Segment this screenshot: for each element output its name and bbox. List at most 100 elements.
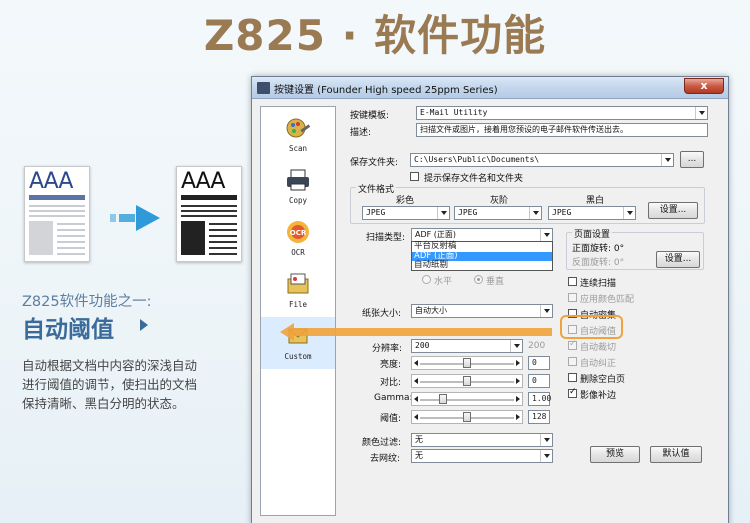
feature-desc-line: 进行阈值的调节，使扫出的文档 [22, 377, 198, 392]
option-label: 删除空白页 [580, 375, 626, 385]
arrow-right-icon[interactable] [516, 360, 520, 366]
resolution-select[interactable]: 200 [411, 339, 523, 353]
feature-number: Z825软件功能之一: [22, 294, 152, 310]
chevron-down-icon[interactable] [540, 450, 552, 462]
chevron-down-icon[interactable] [540, 305, 552, 317]
orientation-horizontal-radio[interactable] [422, 275, 431, 284]
feature-name: 自动阈值 [22, 317, 114, 343]
front-rotation: 正面旋转: 0° [572, 244, 625, 254]
contrast-slider[interactable] [411, 374, 523, 388]
chevron-down-icon[interactable] [695, 107, 707, 119]
threshold-slider[interactable] [411, 410, 523, 424]
arrow-right-icon[interactable] [516, 414, 520, 420]
doc-line [181, 215, 237, 217]
arrow-left-icon[interactable] [414, 414, 418, 420]
slider-thumb[interactable] [463, 358, 471, 368]
format-bw-select[interactable]: JPEG [548, 206, 636, 220]
chevron-down-icon[interactable] [529, 207, 541, 219]
chevron-down-icon[interactable] [661, 154, 673, 166]
brightness-value[interactable]: 0 [528, 356, 550, 370]
paper-size-select[interactable]: 自动大小 [411, 304, 553, 318]
chevron-down-icon[interactable] [540, 434, 552, 446]
chevron-down-icon[interactable] [623, 207, 635, 219]
close-button[interactable]: x [684, 78, 724, 94]
threshold-value[interactable]: 128 [528, 410, 550, 424]
arrow-left-icon[interactable] [414, 378, 418, 384]
orientation-vertical-radio[interactable] [474, 275, 483, 284]
sidebar-item-copy[interactable]: Copy [261, 161, 335, 213]
option-checkbox[interactable] [568, 373, 577, 382]
slider-thumb[interactable] [463, 376, 471, 386]
option-checkbox[interactable] [568, 293, 577, 302]
template-select[interactable]: E-Mail Utility [416, 106, 708, 120]
save-folder-value: C:\Users\Public\Documents\ [414, 155, 540, 164]
save-folder-select[interactable]: C:\Users\Public\Documents\ [410, 153, 674, 167]
scan-type-value: ADF (正面) [415, 230, 457, 239]
printer-icon [287, 169, 309, 191]
slider-thumb[interactable] [438, 394, 447, 404]
doc-after-subline [181, 195, 237, 200]
scan-type-dropdown: 平台反射稿 ADF (正面) 自动纸剔 [411, 241, 553, 271]
option-checkbox[interactable] [568, 339, 577, 350]
file-icon [287, 273, 309, 294]
doc-line [57, 247, 85, 249]
save-folder-label: 保存文件夹: [350, 158, 399, 168]
doc-image-block [29, 221, 53, 255]
feature-desc-line: 保持清晰、黑白分明的状态。 [22, 396, 185, 411]
slider-thumb[interactable] [463, 412, 471, 422]
page-settings-button[interactable]: 设置... [656, 251, 700, 268]
doc-line [29, 210, 85, 212]
file-format-title: 文件格式 [356, 182, 397, 195]
callout-arrow-icon [280, 323, 552, 341]
chevron-down-icon[interactable] [540, 229, 552, 241]
chevron-down-icon[interactable] [437, 207, 449, 219]
prompt-save-checkbox[interactable] [410, 172, 419, 181]
contrast-label: 对比: [380, 378, 402, 388]
gamma-slider[interactable] [411, 392, 523, 406]
format-bw-value: JPEG [552, 208, 572, 217]
format-color-select[interactable]: JPEG [362, 206, 450, 220]
chevron-down-icon[interactable] [510, 340, 522, 352]
default-button[interactable]: 默认值 [650, 446, 702, 463]
sidebar-item-scan[interactable]: Scan [261, 109, 335, 161]
arrow-right-icon[interactable] [516, 378, 520, 384]
document-after: AAA [176, 166, 242, 262]
doc-after-glyph: AAA [181, 169, 225, 194]
descreen-select[interactable]: 无 [411, 449, 553, 463]
browse-button[interactable]: ... [680, 151, 704, 168]
sidebar-item-ocr[interactable]: OCR OCR [261, 213, 335, 265]
doc-before-subline [29, 195, 85, 200]
scan-type-option[interactable]: 自动纸剔 [412, 260, 552, 271]
description-field[interactable]: 扫描文件或图片，接着用您预设的电子邮件软件传送出去。 [416, 123, 708, 137]
descreen-value: 无 [415, 451, 423, 460]
app-icon [257, 82, 270, 94]
preview-button[interactable]: 预览 [590, 446, 640, 463]
gamma-value[interactable]: 1.00 [528, 392, 551, 406]
sidebar-item-file[interactable]: File [261, 265, 335, 317]
sidebar-item-label: File [288, 300, 308, 309]
svg-text:OCR: OCR [290, 229, 307, 237]
option-checkbox[interactable] [568, 387, 577, 398]
ocr-icon: OCR [287, 221, 309, 243]
doc-line [29, 215, 85, 217]
option-label: 应用颜色匹配 [580, 295, 635, 305]
arrow-left-icon[interactable] [414, 396, 418, 402]
format-color-value: JPEG [366, 208, 386, 217]
color-filter-select[interactable]: 无 [411, 433, 553, 447]
doc-line [209, 235, 237, 237]
arrow-right-icon[interactable] [516, 396, 520, 402]
brightness-slider[interactable] [411, 356, 523, 370]
scan-type-select[interactable]: ADF (正面) [411, 228, 553, 242]
arrow-left-icon[interactable] [414, 360, 418, 366]
option-checkbox[interactable] [568, 277, 577, 286]
doc-line [57, 223, 85, 225]
option-checkbox[interactable] [568, 357, 577, 366]
orientation-vertical-label: 垂直 [486, 277, 505, 287]
brightness-label: 亮度: [380, 360, 402, 370]
contrast-value[interactable]: 0 [528, 374, 550, 388]
title-bar[interactable]: 按键设置 (Founder High speed 25ppm Series) x [252, 77, 728, 99]
format-gray-select[interactable]: JPEG [454, 206, 542, 220]
threshold-label: 阈值: [380, 414, 402, 424]
paper-size-label: 纸张大小: [362, 309, 402, 319]
format-settings-button[interactable]: 设置... [648, 202, 698, 219]
